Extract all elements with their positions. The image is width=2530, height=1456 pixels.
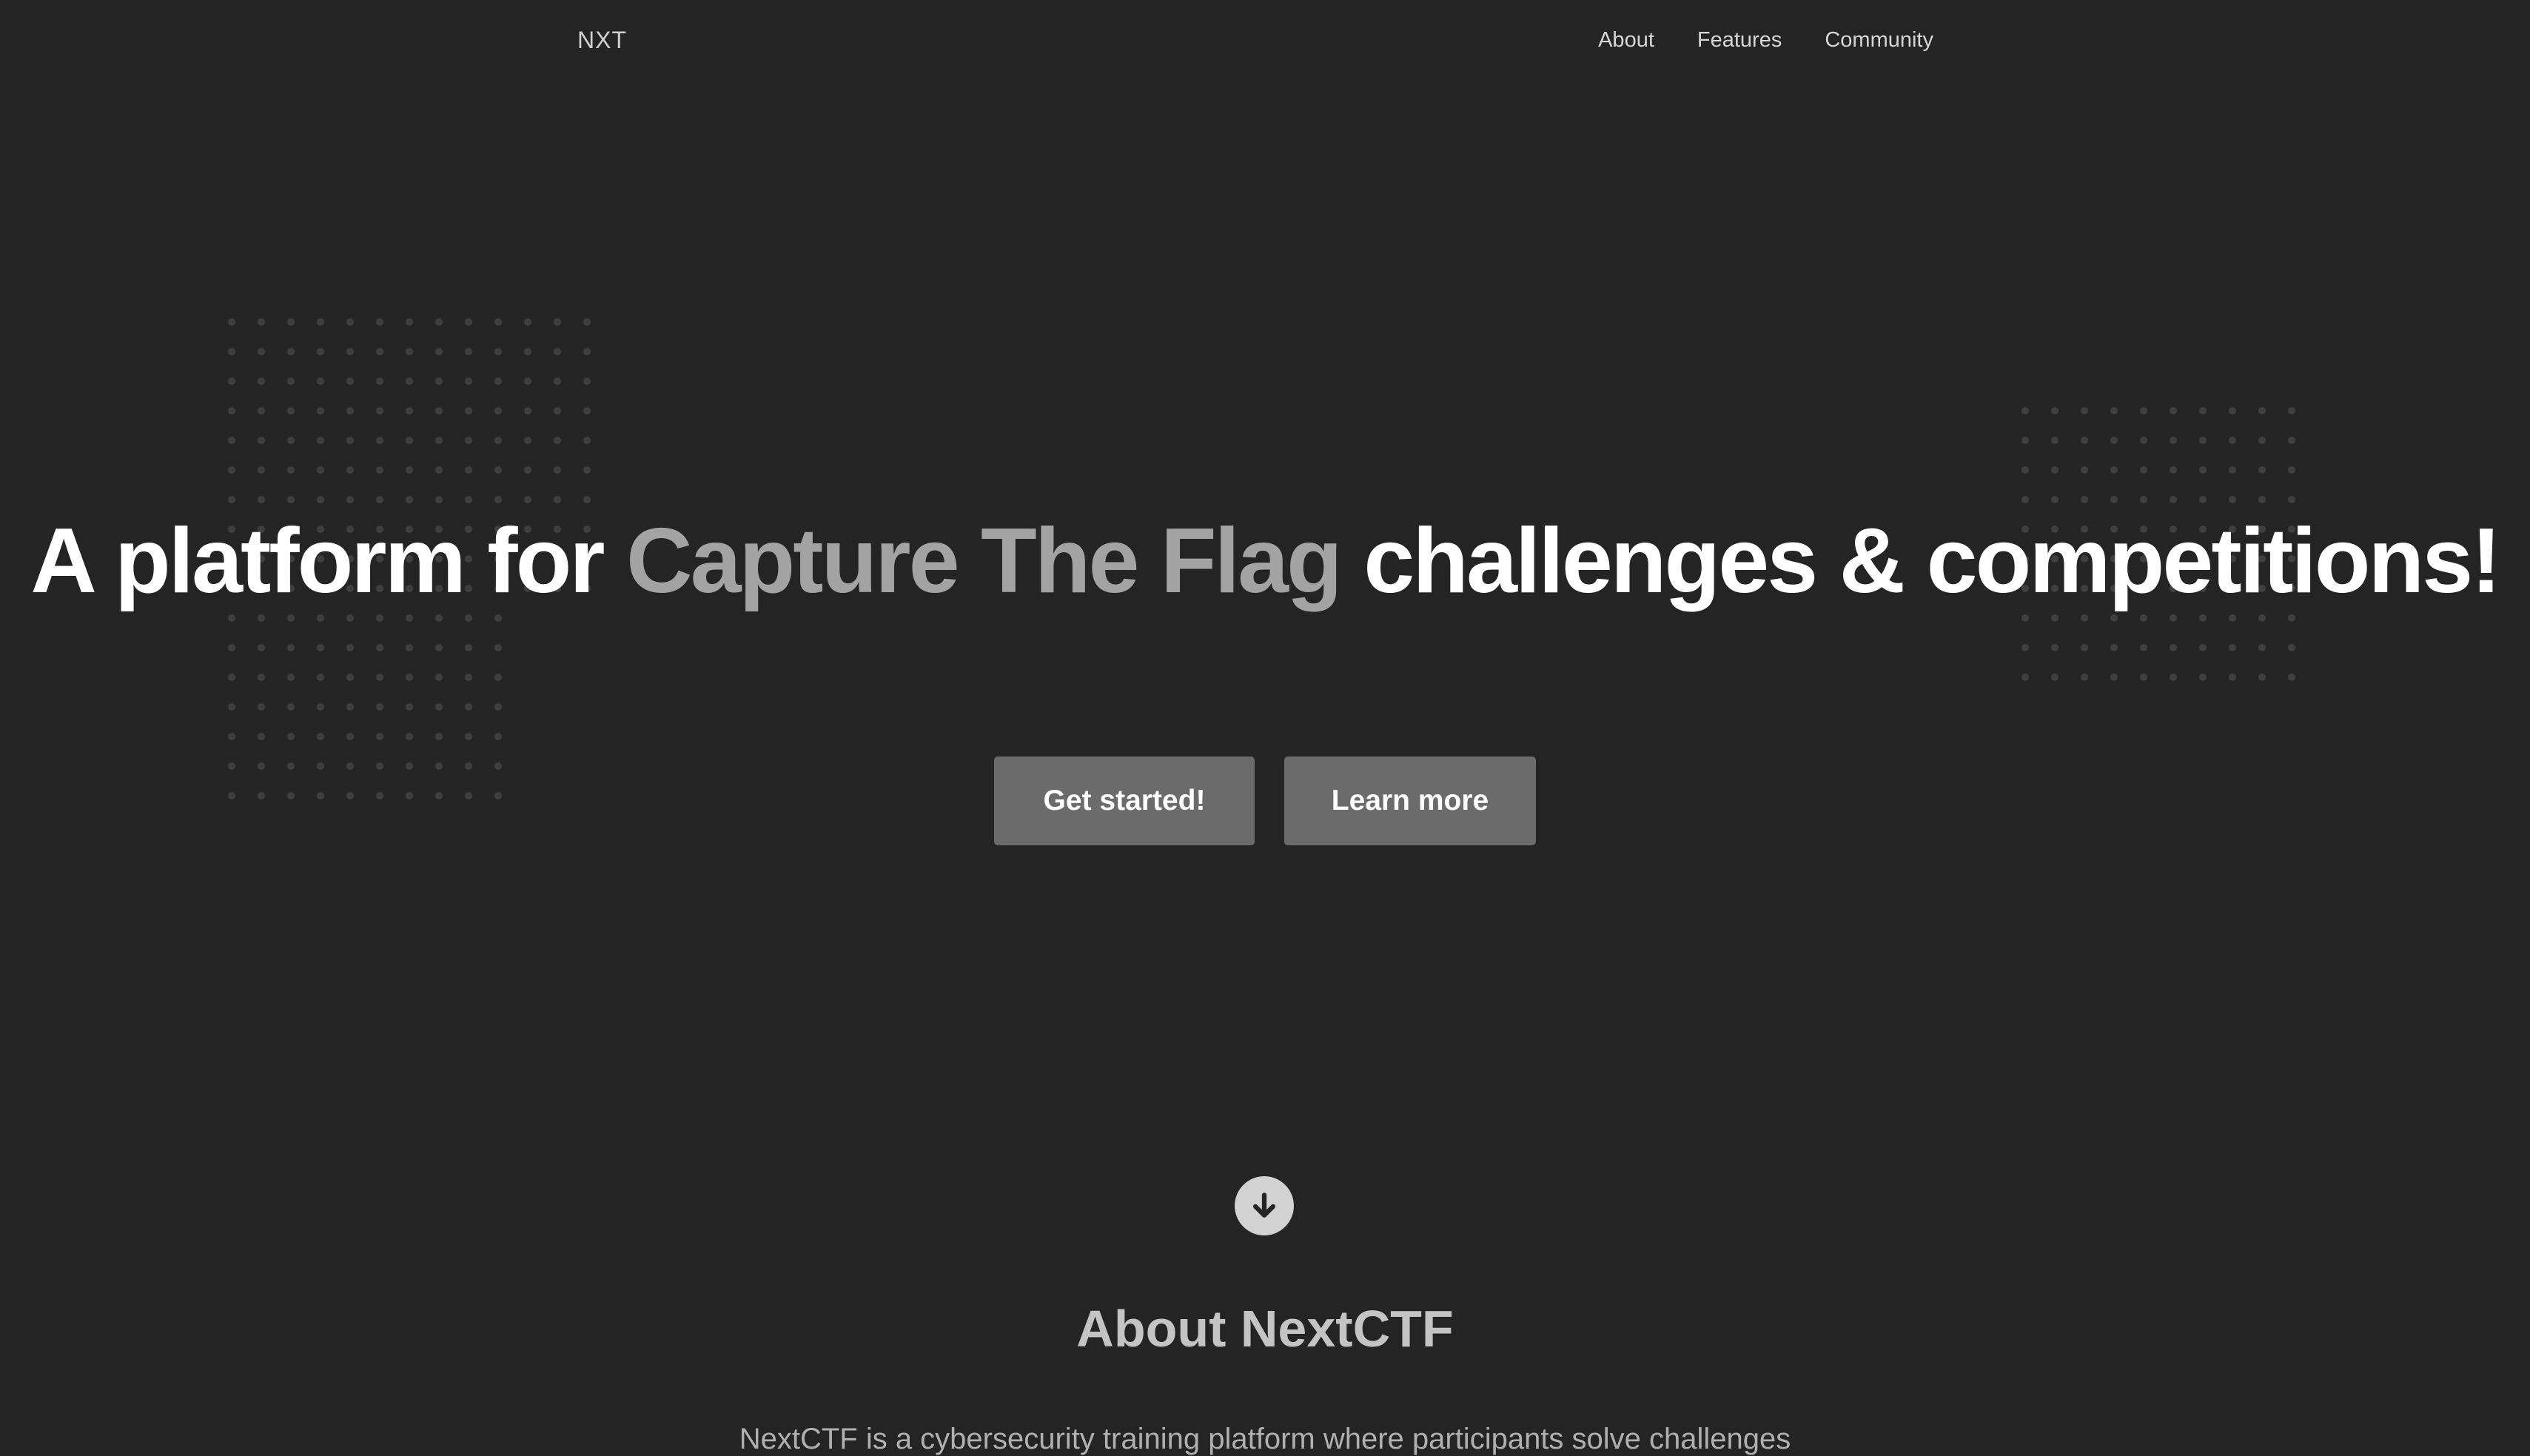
nav-link-about[interactable]: About bbox=[1598, 28, 1654, 53]
hero-title-part2: challenges & competitions! bbox=[1340, 510, 2501, 612]
get-started-button[interactable]: Get started! bbox=[994, 756, 1255, 845]
learn-more-button[interactable]: Learn more bbox=[1284, 756, 1536, 845]
about-heading: About NextCTF bbox=[1076, 1300, 1454, 1358]
nav-links: About Features Community bbox=[1598, 28, 1933, 53]
hero-title-highlight: Capture The Flag bbox=[626, 510, 1343, 612]
hero-section: A platform for Capture The Flag challeng… bbox=[0, 503, 2530, 619]
hero-title-part1: A platform for bbox=[30, 510, 627, 612]
hero-buttons: Get started! Learn more bbox=[0, 756, 2530, 845]
nav-link-community[interactable]: Community bbox=[1825, 28, 1933, 53]
top-navbar: NXT About Features Community bbox=[0, 0, 2530, 81]
about-description: NextCTF is a cybersecurity training plat… bbox=[739, 1423, 1791, 1455]
hero-title: A platform for Capture The Flag challeng… bbox=[0, 503, 2530, 619]
site-logo[interactable]: NXT bbox=[577, 27, 627, 54]
scroll-down-button[interactable] bbox=[1235, 1176, 1294, 1235]
nav-link-features[interactable]: Features bbox=[1697, 28, 1782, 53]
arrow-down-icon bbox=[1252, 1192, 1276, 1218]
